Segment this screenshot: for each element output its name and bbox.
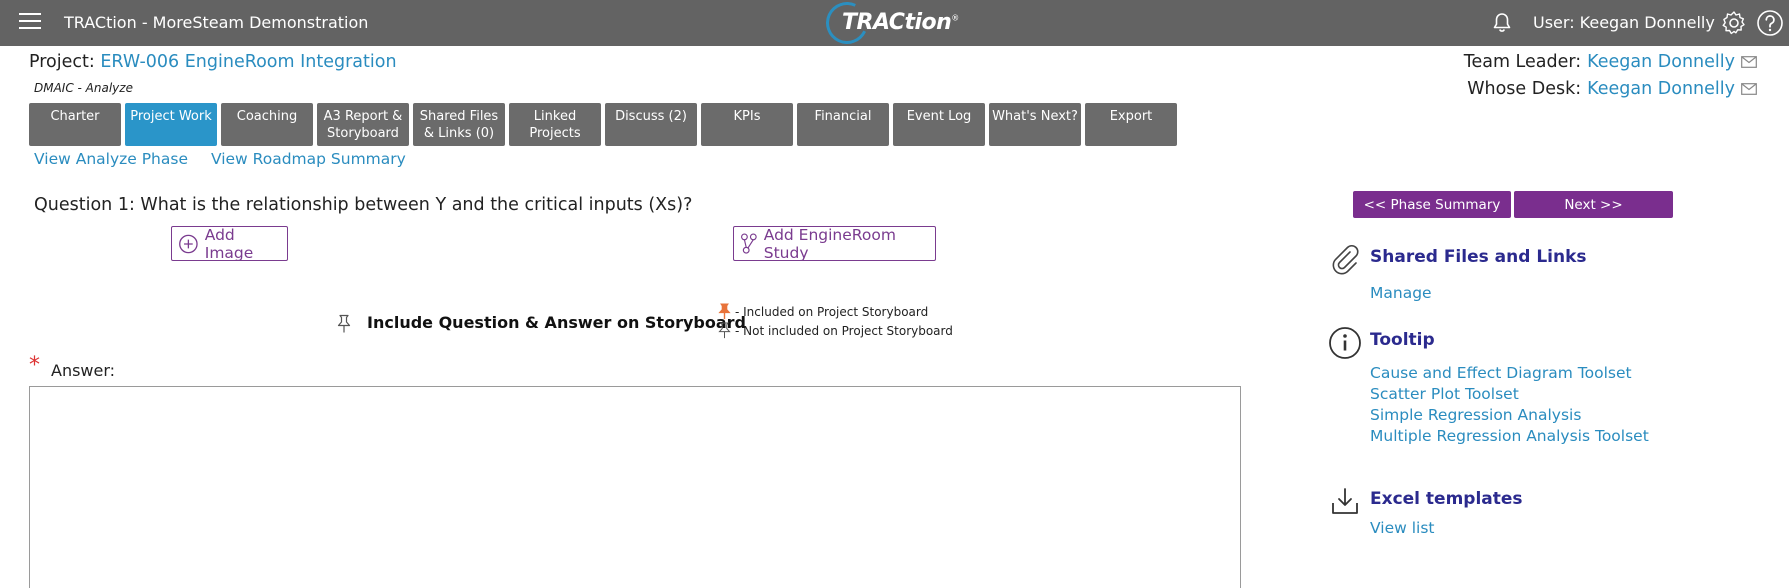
project-name-link[interactable]: ERW-006 EngineRoom Integration — [100, 52, 396, 72]
tooltip-links: Cause and Effect Diagram Toolset Scatter… — [1370, 363, 1649, 447]
simple-regression-link[interactable]: Simple Regression Analysis — [1370, 405, 1649, 426]
sub-links: View Analyze Phase View Roadmap Summary — [34, 150, 424, 168]
include-on-storyboard-label: Include Question & Answer on Storyboard — [367, 313, 746, 332]
excel-templates-links: View list — [1370, 518, 1434, 539]
pin-outline-icon[interactable] — [336, 314, 352, 334]
add-image-label: Add Image — [204, 225, 254, 262]
tab-shared-files-links[interactable]: Shared Files & Links (0) — [413, 103, 505, 146]
pin-filled-icon — [718, 303, 731, 320]
tooltip-title: Tooltip — [1370, 330, 1435, 350]
view-list-link[interactable]: View list — [1370, 518, 1434, 539]
pin-outline-icon — [718, 322, 731, 339]
traction-logo: TRACtion® — [820, 0, 966, 50]
tab-coaching[interactable]: Coaching — [221, 103, 313, 146]
phase-summary-button[interactable]: << Phase Summary — [1353, 191, 1511, 218]
help-icon[interactable] — [1756, 9, 1784, 37]
tab-discuss[interactable]: Discuss (2) — [605, 103, 697, 146]
app-title: TRACtion - MoreSteam Demonstration — [64, 13, 369, 32]
whose-desk-link[interactable]: Keegan Donnelly — [1587, 79, 1735, 99]
gear-icon[interactable] — [1720, 9, 1748, 37]
legend-not-included: - Not included on Project Storyboard — [718, 322, 953, 339]
info-icon — [1329, 327, 1361, 359]
add-engineroom-study-button[interactable]: Add EngineRoom Study — [733, 225, 936, 262]
answer-textarea[interactable] — [29, 386, 1241, 588]
tab-financial[interactable]: Financial — [797, 103, 889, 146]
shared-files-links: Manage — [1370, 283, 1432, 304]
view-roadmap-summary-link[interactable]: View Roadmap Summary — [211, 150, 406, 168]
download-icon — [1332, 488, 1358, 514]
scatter-plot-toolset-link[interactable]: Scatter Plot Toolset — [1370, 384, 1649, 405]
add-engineroom-study-label: Add EngineRoom Study — [763, 225, 896, 262]
project-tabs: Charter Project Work Coaching A3 Report … — [29, 103, 1181, 146]
shared-files-title: Shared Files and Links — [1370, 247, 1587, 267]
project-label: Project: — [29, 52, 95, 72]
plus-circle-icon — [179, 234, 198, 253]
tab-event-log[interactable]: Event Log — [893, 103, 985, 146]
project-heading: Project: ERW-006 EngineRoom Integration — [29, 52, 397, 72]
team-leader-link[interactable]: Keegan Donnelly — [1587, 52, 1735, 72]
user-label[interactable]: User: Keegan Donnelly — [1533, 13, 1715, 32]
add-image-button[interactable]: Add Image — [171, 225, 288, 262]
tab-kpis[interactable]: KPIs — [701, 103, 793, 146]
tab-charter[interactable]: Charter — [29, 103, 121, 146]
mail-icon[interactable] — [1741, 56, 1757, 68]
view-analyze-phase-link[interactable]: View Analyze Phase — [34, 150, 188, 168]
manage-link[interactable]: Manage — [1370, 283, 1432, 304]
paperclip-icon — [1332, 245, 1359, 275]
required-indicator: * — [29, 353, 40, 378]
tab-linked-projects[interactable]: Linked Projects — [509, 103, 601, 146]
legend-not-included-text: - Not included on Project Storyboard — [735, 323, 953, 338]
menu-icon[interactable] — [19, 13, 41, 31]
mail-icon[interactable] — [1741, 83, 1757, 95]
team-info: Team Leader: Keegan Donnelly Whose Desk: K… — [1464, 52, 1757, 106]
team-leader-row: Team Leader: Keegan Donnelly — [1464, 52, 1757, 79]
tab-project-work[interactable]: Project Work — [125, 103, 217, 146]
logo-text: TRACtion® — [842, 10, 959, 35]
multiple-regression-toolset-link[interactable]: Multiple Regression Analysis Toolset — [1370, 426, 1649, 447]
phase-label: DMAIC - Analyze — [34, 81, 133, 95]
top-bar: TRACtion - MoreSteam Demonstration TRACt… — [0, 0, 1789, 50]
whose-desk-row: Whose Desk: Keegan Donnelly — [1464, 79, 1757, 106]
answer-label: Answer: — [51, 361, 116, 380]
question-text: Question 1: What is the relationship bet… — [34, 195, 693, 215]
legend-included: - Included on Project Storyboard — [718, 303, 928, 320]
bell-icon[interactable] — [1490, 11, 1514, 35]
engineroom-icon — [741, 232, 757, 254]
whose-desk-label: Whose Desk: — [1467, 79, 1582, 99]
cause-effect-toolset-link[interactable]: Cause and Effect Diagram Toolset — [1370, 363, 1649, 384]
next-button[interactable]: Next >> — [1514, 191, 1673, 218]
team-leader-label: Team Leader: — [1463, 52, 1582, 72]
tab-export[interactable]: Export — [1085, 103, 1177, 146]
excel-templates-title: Excel templates — [1370, 489, 1523, 509]
tab-a3-report-storyboard[interactable]: A3 Report & Storyboard — [317, 103, 409, 146]
legend-included-text: - Included on Project Storyboard — [735, 304, 929, 319]
tab-whats-next[interactable]: What's Next? — [989, 103, 1081, 146]
